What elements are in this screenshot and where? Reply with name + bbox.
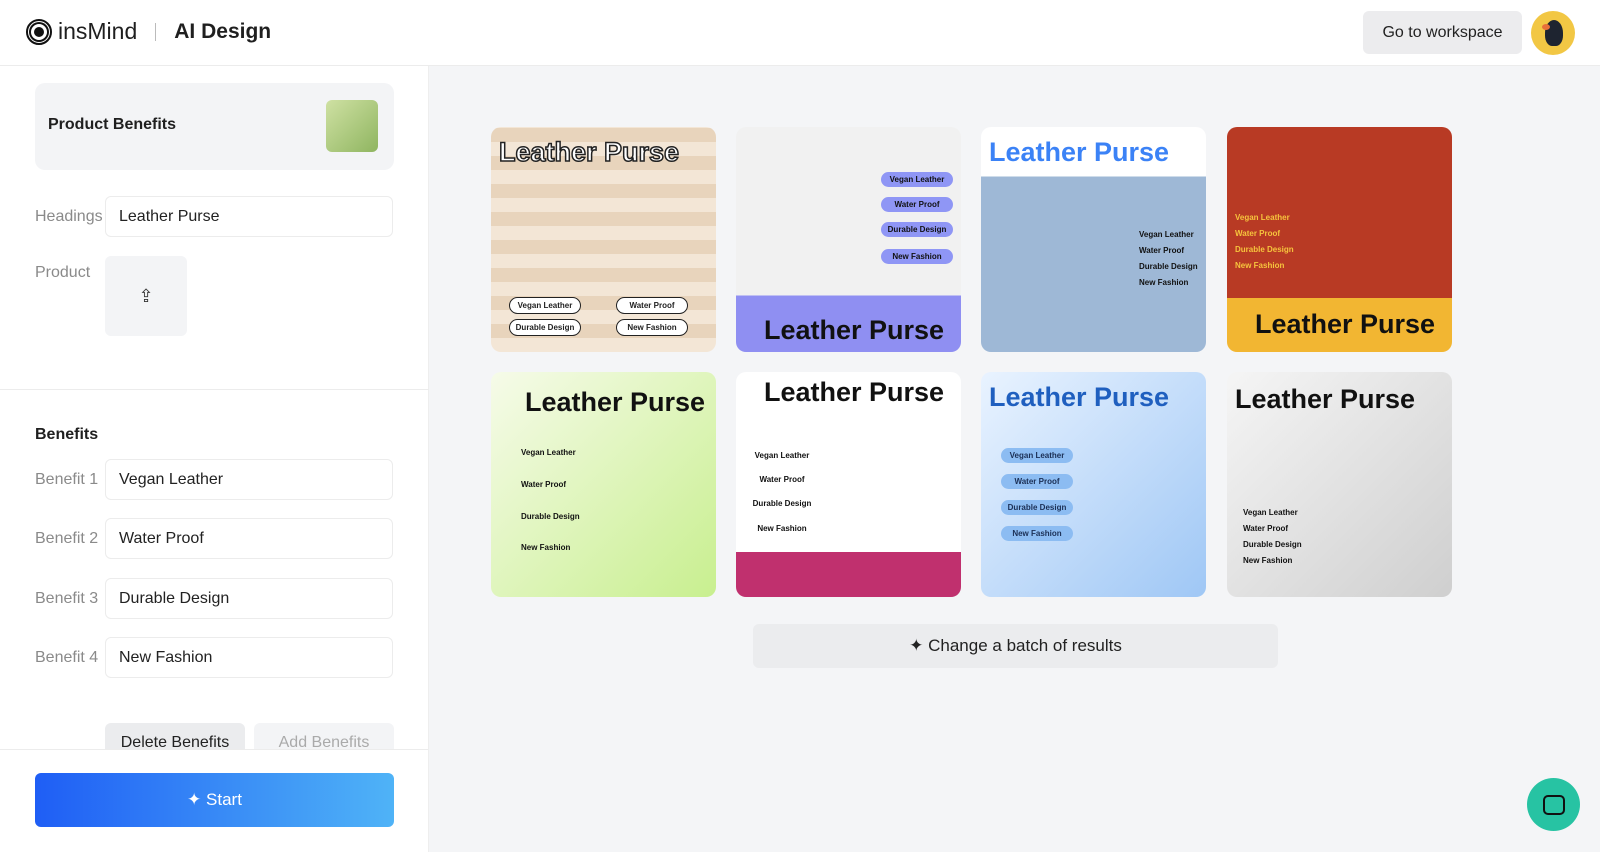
chat-icon [1542, 794, 1565, 815]
result-title: Leather Purse [989, 137, 1170, 167]
template-thumbnail [326, 100, 378, 152]
template-card[interactable]: Product Benefits [35, 83, 394, 170]
result-benefit: New Fashion [616, 319, 688, 336]
result-image[interactable]: Leather Purse Vegan Leather Water Proof Dur… [736, 127, 961, 352]
start-button[interactable]: ✦ Start [35, 773, 394, 827]
result-benefit: Water Proof [1243, 524, 1289, 533]
bottom-bar: ✦ Start [0, 749, 428, 852]
change-batch-button[interactable]: ✦ Change a batch of results [753, 624, 1278, 668]
result-benefit: Water Proof [616, 297, 688, 314]
benefit-1-input[interactable]: Vegan Leather [105, 459, 393, 500]
result-image[interactable]: Leather Purse Vegan Leather Water Proof Dur… [491, 372, 716, 597]
start-label: Start [206, 790, 242, 809]
benefit-4-input[interactable]: New Fashion [105, 637, 393, 678]
result-benefit: Vegan Leather [1243, 508, 1298, 517]
result-benefit: Water Proof [1139, 246, 1185, 255]
result-benefit: Water Proof [746, 472, 818, 487]
result-title: Leather Purse [764, 377, 945, 407]
benefits-heading: Benefits [35, 426, 99, 443]
chat-support-button[interactable] [1527, 778, 1580, 831]
result-benefit: Durable Design [881, 222, 953, 237]
result-image[interactable]: Leather Purse Vegan Leather Water Proof Dur… [736, 372, 961, 597]
left-panel: Product Benefits Headings Leather Purse P… [0, 66, 429, 852]
benefit-3-label: Benefit 3 [35, 589, 99, 607]
result-benefit: Durable Design [509, 319, 581, 336]
result-benefit: Water Proof [1001, 474, 1073, 489]
result-title: Leather Purse [525, 387, 706, 417]
sparkle-icon: ✦ [909, 636, 924, 655]
divider [0, 389, 429, 390]
header: insMind AI Design Go to workspace [0, 0, 1600, 66]
result-title: Leather Purse [498, 136, 680, 168]
result-image[interactable]: Leather Purse Vegan Leather Water Proof Dur… [1227, 127, 1452, 352]
result-benefit: Water Proof [521, 480, 567, 489]
result-benefit: New Fashion [746, 521, 818, 536]
headings-input[interactable]: Leather Purse [105, 196, 393, 237]
result-benefit: New Fashion [881, 249, 953, 264]
result-benefit: Vegan Leather [881, 172, 953, 187]
headings-label: Headings [35, 207, 103, 225]
result-benefit: New Fashion [1243, 556, 1293, 565]
avatar[interactable] [1531, 11, 1575, 55]
result-benefit: Vegan Leather [509, 297, 581, 314]
template-title: Product Benefits [48, 116, 177, 133]
benefit-1-label: Benefit 1 [35, 470, 99, 488]
go-to-workspace-button[interactable]: Go to workspace [1363, 11, 1522, 54]
result-benefit: Vegan Leather [1139, 230, 1194, 239]
change-batch-label: Change a batch of results [928, 636, 1122, 655]
brand-name: insMind [58, 18, 138, 44]
result-benefit: Durable Design [1243, 540, 1302, 549]
result-benefit: New Fashion [1235, 261, 1285, 270]
product-label: Product [35, 264, 91, 281]
result-benefit: Vegan Leather [746, 448, 818, 463]
result-image[interactable]: Leather Purse Vegan Leather Water Proof Dur… [981, 127, 1206, 352]
result-benefit: Durable Design [1001, 500, 1073, 515]
product-upload[interactable]: ⇪ [105, 256, 187, 336]
result-image[interactable]: Leather Purse Vegan Leather Water Proof Dur… [491, 127, 716, 352]
insmind-logo-icon [26, 18, 52, 45]
result-image[interactable]: Leather Purse Vegan Leather Water Proof Dur… [1227, 372, 1452, 597]
result-title: Leather Purse [1255, 309, 1436, 339]
benefit-2-input[interactable]: Water Proof [105, 518, 393, 559]
cloud-upload-icon: ⇪ [138, 285, 154, 306]
result-benefit: New Fashion [1001, 526, 1073, 541]
result-benefit: Durable Design [746, 496, 818, 511]
benefit-2-label: Benefit 2 [35, 529, 99, 547]
benefit-4-label: Benefit 4 [35, 648, 99, 666]
logo[interactable]: insMind AI Design [26, 18, 271, 45]
result-title: Leather Purse [1235, 384, 1416, 414]
benefit-3-input[interactable]: Durable Design [105, 578, 393, 619]
result-image[interactable]: Leather Purse Vegan Leather Water Proof Dur… [981, 372, 1206, 597]
result-benefit: Water Proof [1235, 229, 1281, 238]
result-benefit: Durable Design [521, 512, 580, 521]
sparkle-icon: ✦ [187, 790, 202, 809]
result-benefit: Vegan Leather [1235, 213, 1290, 222]
result-benefit: New Fashion [521, 543, 571, 552]
result-benefit: Vegan Leather [1001, 448, 1073, 463]
divider [155, 22, 157, 41]
result-benefit: Durable Design [1139, 262, 1198, 271]
result-benefit: Vegan Leather [521, 448, 576, 457]
result-title: Leather Purse [764, 315, 945, 345]
result-benefit: New Fashion [1139, 278, 1189, 287]
result-benefit: Durable Design [1235, 245, 1294, 254]
result-benefit: Water Proof [881, 197, 953, 212]
result-title: Leather Purse [989, 382, 1170, 412]
app-name: AI Design [174, 19, 272, 43]
